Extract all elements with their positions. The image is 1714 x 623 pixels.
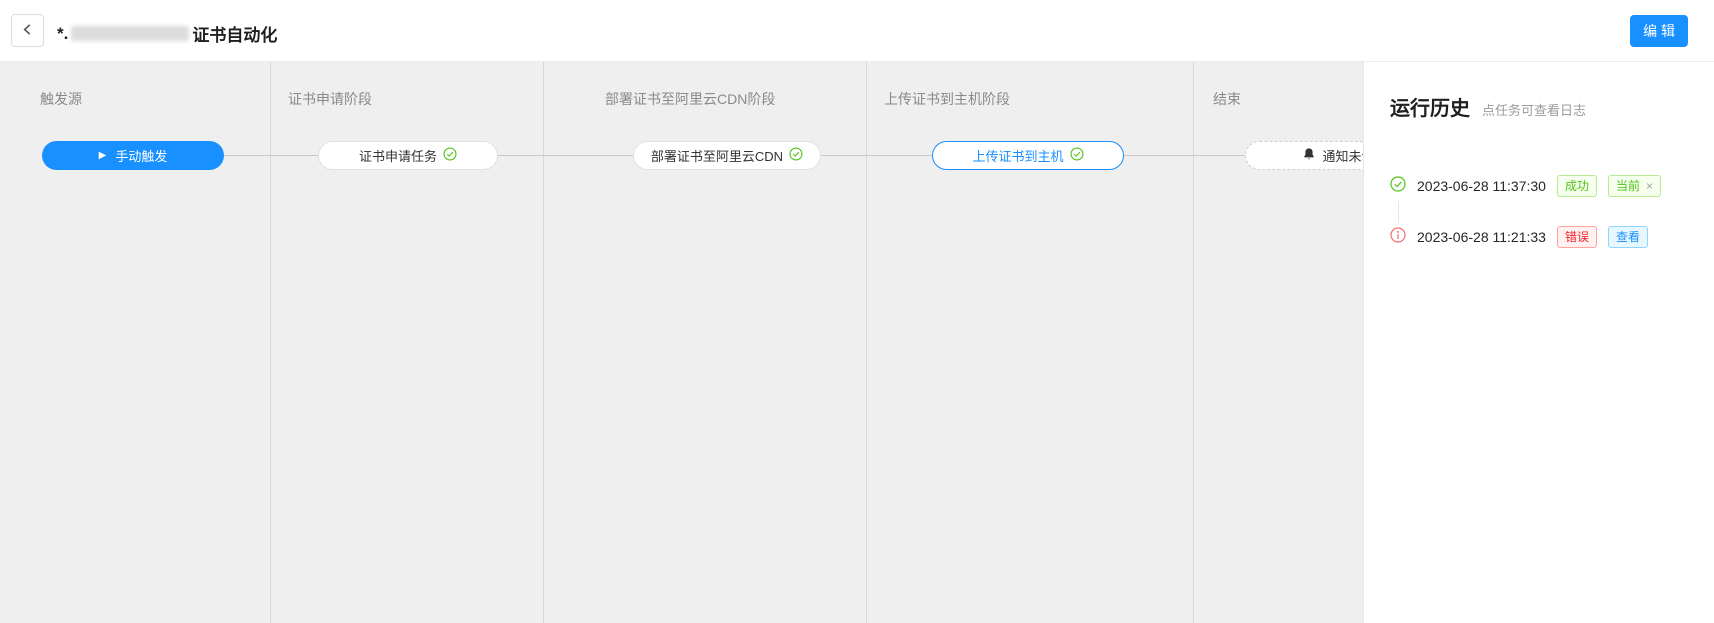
run-history-subtitle: 点任务可查看日志 — [1482, 100, 1586, 119]
edit-button[interactable]: 编 辑 — [1630, 15, 1688, 47]
current-run-badge: 当前 × — [1608, 175, 1661, 197]
redacted-domain — [71, 26, 189, 41]
chevron-left-icon — [22, 22, 33, 40]
node-cert-apply-task[interactable]: 证书申请任务 — [318, 141, 498, 170]
node-label: 部署证书至阿里云CDN — [651, 146, 783, 165]
node-upload-host[interactable]: 上传证书到主机 — [932, 141, 1124, 170]
column-label-trigger: 触发源 — [40, 89, 82, 109]
page-header: *. 证书自动化 编 辑 — [0, 0, 1714, 62]
column-divider — [1193, 62, 1194, 623]
check-circle-icon — [1070, 147, 1084, 164]
column-divider — [866, 62, 867, 623]
play-icon: ▶ — [99, 151, 107, 161]
run-history-timeline: 2023-06-28 11:37:30 成功 当前 × 2023-06-28 1… — [1390, 175, 1700, 248]
history-entry: 2023-06-28 11:21:33 错误 查看 — [1390, 226, 1700, 248]
column-label-cert-apply: 证书申请阶段 — [288, 89, 372, 109]
close-icon[interactable]: × — [1646, 177, 1653, 195]
back-button[interactable] — [11, 14, 44, 47]
run-history-title: 运行历史 — [1390, 92, 1470, 121]
history-entry: 2023-06-28 11:37:30 成功 当前 × — [1390, 175, 1700, 197]
check-circle-icon — [789, 147, 803, 164]
page-title-suffix: 证书自动化 — [192, 21, 277, 46]
column-label-upload-host: 上传证书到主机阶段 — [884, 89, 1010, 109]
column-divider — [270, 62, 271, 623]
node-deploy-cdn[interactable]: 部署证书至阿里云CDN — [633, 141, 821, 170]
run-timestamp: 2023-06-28 11:37:30 — [1417, 178, 1546, 194]
page-title-prefix: *. — [57, 24, 68, 44]
bell-icon — [1302, 147, 1316, 164]
column-label-deploy-cdn: 部署证书至阿里云CDN阶段 — [605, 89, 775, 109]
node-label: 证书申请任务 — [359, 146, 437, 165]
status-badge-success: 成功 — [1557, 175, 1597, 197]
check-circle-icon — [443, 147, 457, 164]
column-label-end: 结束 — [1213, 89, 1241, 109]
success-circle-icon — [1390, 176, 1406, 197]
status-badge-error: 错误 — [1557, 226, 1597, 248]
page-title: *. 证书自动化 — [57, 21, 277, 46]
node-label: 上传证书到主机 — [972, 146, 1063, 165]
run-history-panel: 运行历史 点任务可查看日志 2023-06-28 11:37:30 成功 当前 … — [1363, 62, 1714, 623]
column-divider — [543, 62, 544, 623]
error-circle-icon — [1390, 227, 1406, 248]
timeline-connector — [1398, 201, 1399, 223]
node-manual-trigger[interactable]: ▶ 手动触发 — [42, 141, 224, 170]
node-label: 手动触发 — [115, 146, 167, 165]
run-timestamp: 2023-06-28 11:21:33 — [1417, 229, 1546, 245]
view-log-badge[interactable]: 查看 — [1608, 226, 1648, 248]
